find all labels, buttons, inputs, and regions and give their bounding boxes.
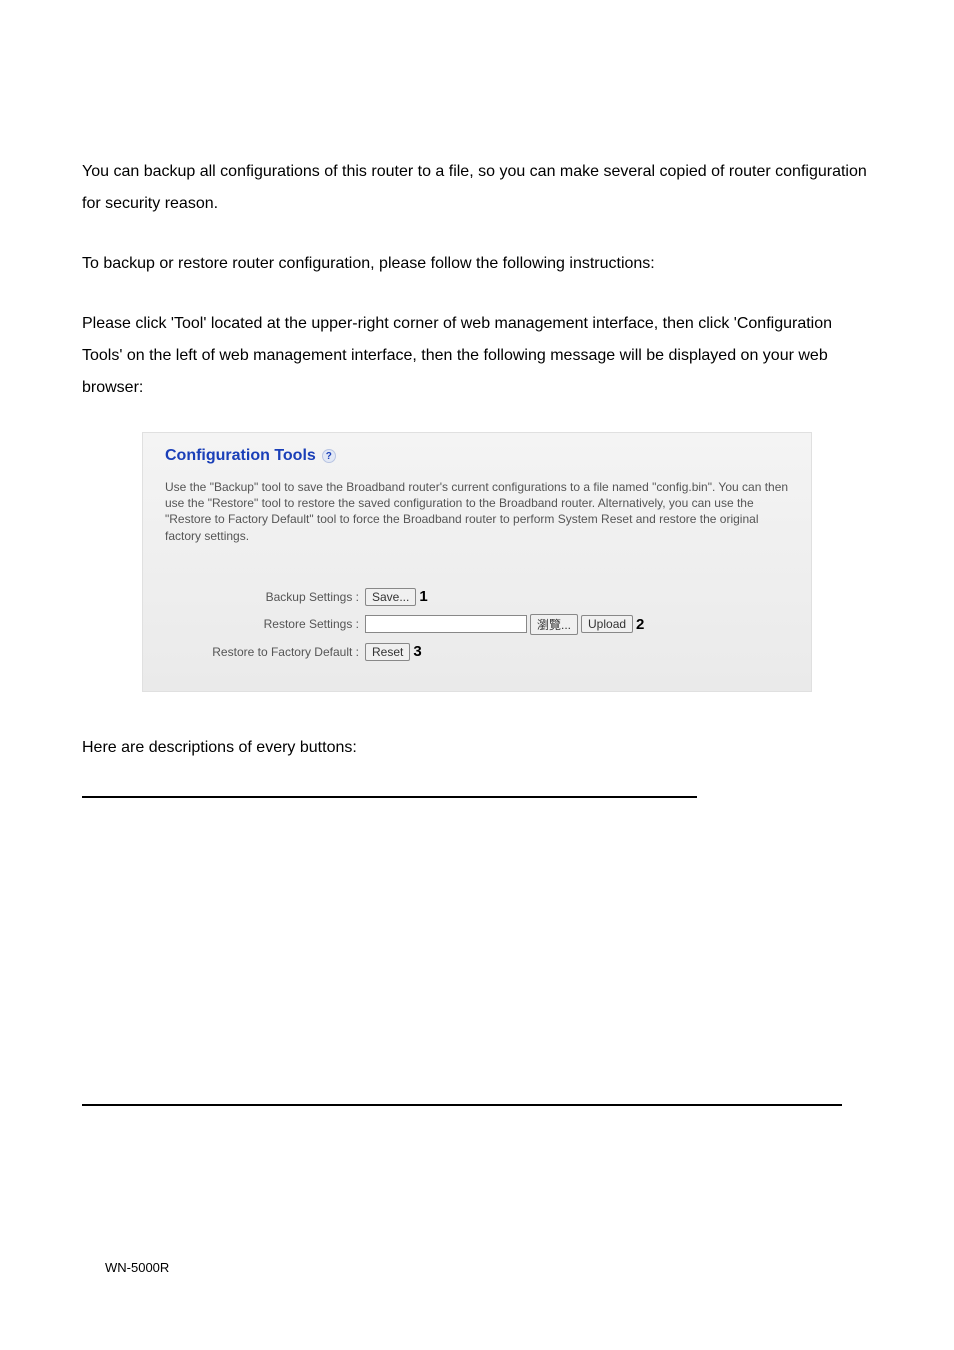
backup-label: Backup Settings : — [165, 590, 365, 604]
buttons-description-intro: Here are descriptions of every buttons: — [82, 732, 872, 764]
annotation-2: 2 — [636, 616, 644, 633]
factory-default-label: Restore to Factory Default : — [165, 645, 365, 659]
upload-button[interactable]: Upload — [581, 615, 633, 633]
restore-label: Restore Settings : — [165, 617, 365, 631]
factory-default-row: Restore to Factory Default : Reset 3 — [165, 643, 789, 661]
table-top-rule — [82, 796, 697, 798]
annotation-3: 3 — [413, 643, 421, 660]
browse-button[interactable]: 瀏覽... — [530, 614, 578, 635]
reset-button[interactable]: Reset — [365, 643, 410, 661]
table-bottom-rule — [82, 1104, 842, 1106]
intro-paragraph-3: Please click 'Tool' located at the upper… — [82, 308, 872, 404]
panel-title-row: Configuration Tools ? — [165, 447, 789, 465]
annotation-1: 1 — [419, 588, 427, 605]
restore-row: Restore Settings : 瀏覽... Upload 2 — [165, 614, 789, 635]
configuration-tools-panel: Configuration Tools ? Use the "Backup" t… — [142, 432, 812, 692]
footer-model: WN-5000R — [105, 1260, 169, 1275]
intro-paragraph-2: To backup or restore router configuratio… — [82, 248, 872, 280]
panel-description: Use the "Backup" tool to save the Broadb… — [165, 479, 789, 544]
backup-row: Backup Settings : Save... 1 — [165, 588, 789, 606]
page-content: You can backup all configurations of thi… — [0, 0, 954, 798]
restore-file-input[interactable] — [365, 615, 527, 633]
panel-title: Configuration Tools — [165, 447, 316, 465]
help-icon[interactable]: ? — [322, 449, 336, 463]
intro-paragraph-1: You can backup all configurations of thi… — [82, 156, 872, 220]
save-button[interactable]: Save... — [365, 588, 416, 606]
